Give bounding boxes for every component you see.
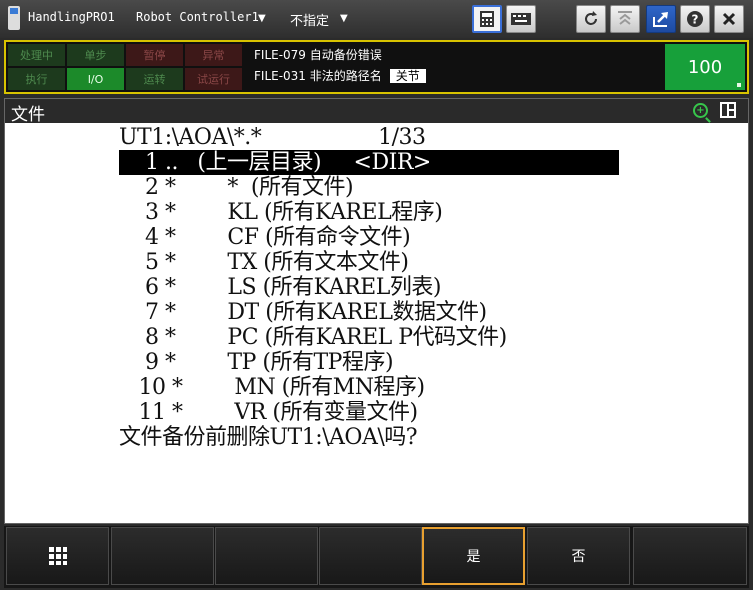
status-bar: 处理中 单步 暂停 异常 执行 I/O 运转 试运行 FILE-079 自动备份… xyxy=(4,40,749,94)
zoom-in-icon[interactable]: + xyxy=(693,103,708,118)
export-arrow-icon xyxy=(653,12,668,27)
title-bar: HandlingPRO1 Robot Controller1 ▼ 不指定 ▼ ? xyxy=(0,0,753,38)
yes-button[interactable]: 是 xyxy=(422,527,525,585)
group-name[interactable]: 不指定 xyxy=(290,10,329,29)
list-item[interactable]: 6 * LS (所有KAREL列表) xyxy=(119,275,441,300)
status-test-cycle: 试运行 xyxy=(185,68,242,90)
program-name[interactable]: HandlingPRO1 xyxy=(28,10,115,24)
refresh-icon xyxy=(585,11,597,25)
list-item[interactable]: 7 * DT (所有KAREL数据文件) xyxy=(119,300,487,325)
status-run: 执行 xyxy=(8,68,65,90)
help-button[interactable]: ? xyxy=(680,5,710,33)
alarm-message-2: FILE-031 非法的路径名 关节 xyxy=(254,67,426,84)
list-item[interactable]: 8 * PC (所有KAREL P代码文件) xyxy=(119,325,507,350)
help-icon: ? xyxy=(687,11,703,27)
keyboard-button[interactable] xyxy=(506,5,536,33)
controller-name[interactable]: Robot Controller1 xyxy=(136,10,259,24)
alarm-message-1: FILE-079 自动备份错误 xyxy=(254,48,382,62)
list-item[interactable]: 10 * MN (所有MN程序) xyxy=(119,375,425,400)
softkey-f3[interactable] xyxy=(319,527,422,585)
confirm-prompt: 文件备份前删除UT1:\AOA\吗? xyxy=(119,425,418,450)
close-icon xyxy=(722,12,736,26)
status-busy: 处理中 xyxy=(8,44,65,66)
list-item[interactable]: 9 * TP (所有TP程序) xyxy=(119,350,394,375)
menu-grid-button[interactable] xyxy=(6,527,109,585)
refresh-button[interactable] xyxy=(576,5,606,33)
status-hold: 暂停 xyxy=(126,44,183,66)
layout-icon[interactable] xyxy=(720,102,736,118)
jog-mode-badge: 关节 xyxy=(389,69,426,83)
no-button[interactable]: 否 xyxy=(527,527,630,585)
override-indicator-dot xyxy=(737,83,741,87)
softkey-bar: 是 否 xyxy=(4,526,749,588)
list-item[interactable]: 11 * VR (所有变量文件) xyxy=(119,400,418,425)
list-item-parent-dir[interactable]: 1 .. (上一层目录) <DIR> xyxy=(119,150,619,175)
path-header: UT1:\AOA\*.* 1/33 xyxy=(119,125,426,150)
hold-button[interactable] xyxy=(610,5,640,33)
softkey-f5[interactable] xyxy=(633,527,747,585)
status-prod: 运转 xyxy=(126,68,183,90)
softkey-f2[interactable] xyxy=(215,527,318,585)
close-button[interactable] xyxy=(714,5,744,33)
file-panel: 文件 + UT1:\AOA\*.* 1/33 1 .. (上一层目录) <DIR… xyxy=(4,98,749,524)
pendant-icon xyxy=(8,6,20,30)
chevrons-up-icon xyxy=(618,11,632,25)
override-percent[interactable]: 100 xyxy=(665,44,745,90)
status-fault: 异常 xyxy=(185,44,242,66)
panel-title: 文件 xyxy=(11,105,45,125)
status-step: 单步 xyxy=(67,44,124,66)
jog-frame-button[interactable] xyxy=(646,5,676,33)
alarm-message-2-text: FILE-031 非法的路径名 xyxy=(254,69,382,83)
list-item[interactable]: 2 * * (所有文件) xyxy=(119,175,354,200)
list-item[interactable]: 4 * CF (所有命令文件) xyxy=(119,225,411,250)
list-item[interactable]: 3 * KL (所有KAREL程序) xyxy=(119,200,443,225)
grid-menu-icon xyxy=(48,547,67,565)
list-item[interactable]: 5 * TX (所有文本文件) xyxy=(119,250,409,275)
keypad-toggle-button[interactable] xyxy=(472,5,502,33)
group-chevron-down-icon[interactable]: ▼ xyxy=(340,13,348,24)
status-io: I/O xyxy=(67,68,124,90)
keyboard-icon xyxy=(511,13,531,25)
panel-header: 文件 + xyxy=(5,99,748,125)
softkey-f1[interactable] xyxy=(111,527,214,585)
svg-text:?: ? xyxy=(692,13,699,27)
controller-chevron-down-icon[interactable]: ▼ xyxy=(258,13,266,24)
tp-keypad-icon xyxy=(480,11,494,27)
override-value: 100 xyxy=(687,56,723,78)
